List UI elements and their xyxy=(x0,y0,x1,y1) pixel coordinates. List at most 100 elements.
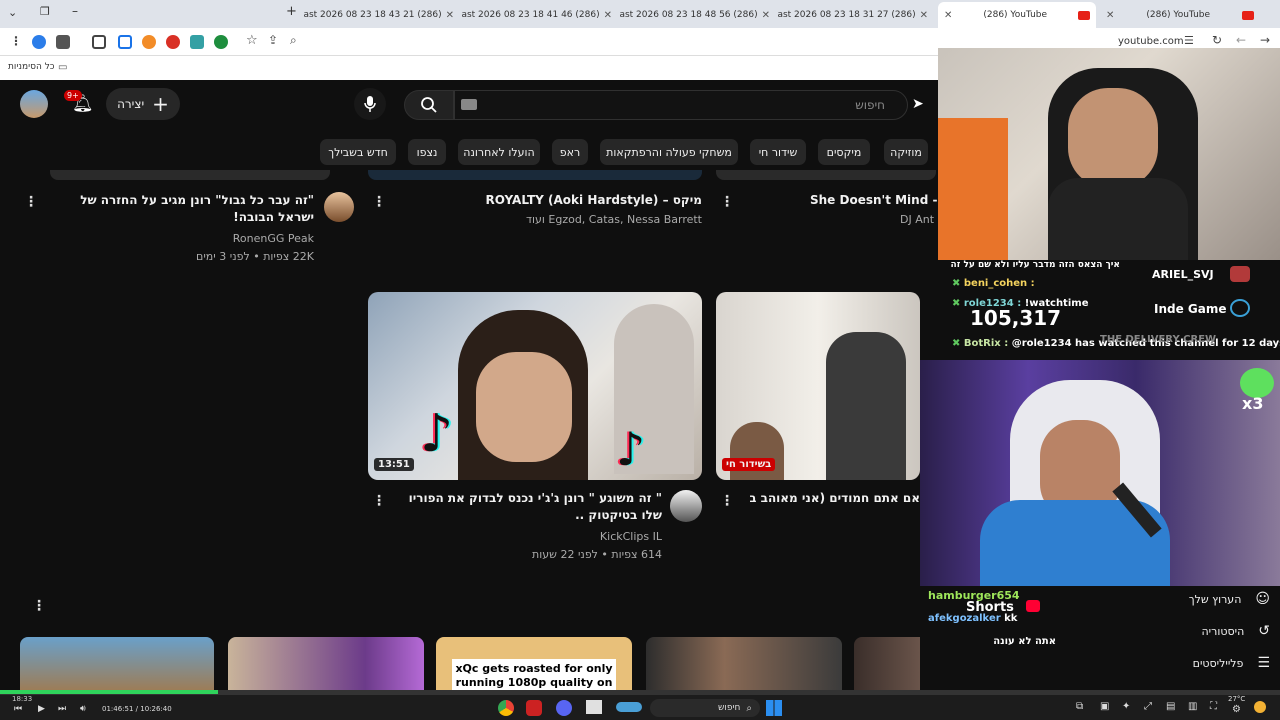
site-settings-icon[interactable]: ☰ xyxy=(1184,34,1194,47)
avatar[interactable] xyxy=(20,90,48,118)
tab-2[interactable]: ✕ (286) last 2026 08 23 18 41 46 xyxy=(462,4,618,26)
zoom-icon[interactable]: ⌕ xyxy=(290,33,297,48)
chip-mixes[interactable]: מיקסים xyxy=(818,139,870,165)
video-thumbnail[interactable] xyxy=(646,637,842,694)
chip-action-games[interactable]: משחקי פעולה והרפתקאות xyxy=(600,139,738,165)
channel-name[interactable]: KickClips IL xyxy=(500,530,662,543)
tray-icon[interactable]: ▤ xyxy=(1166,701,1175,712)
grammar-icon[interactable] xyxy=(214,35,228,49)
sidebar-item-playlists[interactable]: פלייליסטים ☰ xyxy=(1120,652,1270,674)
screenshot-icon[interactable] xyxy=(118,35,132,49)
bookmark-star-icon[interactable]: ☆ xyxy=(246,33,258,48)
all-bookmarks-link[interactable]: כל הסימניות xyxy=(8,62,55,72)
more-options-icon[interactable]: ⋮ xyxy=(720,194,734,210)
voice-search-button[interactable] xyxy=(354,88,386,120)
close-icon[interactable]: ✕ xyxy=(1106,10,1114,21)
windows-start-icon[interactable] xyxy=(766,700,782,716)
video-title[interactable]: She Doesn't Mind - xyxy=(810,192,938,209)
app-icon[interactable] xyxy=(526,700,542,716)
tray-icon[interactable]: ▥ xyxy=(1188,701,1197,712)
close-icon[interactable]: ✕ xyxy=(762,10,770,21)
video-title[interactable]: " זה משוגע " רונן ג'ג'י נכנס לבדוק את הפ… xyxy=(400,490,662,524)
sidebar-item-your-channel[interactable]: הערוץ שלך ☺ xyxy=(1120,588,1270,610)
extensions-puzzle-icon[interactable] xyxy=(92,35,106,49)
video-thumbnail-partial[interactable] xyxy=(368,170,702,180)
taskbar-search[interactable]: חיפוש ⌕ xyxy=(650,699,760,717)
video-thumbnail[interactable]: בשידור חי xyxy=(716,292,920,480)
notifications-button[interactable]: 🔔︎ 9+ xyxy=(64,90,94,118)
keyboard-icon[interactable] xyxy=(461,99,477,110)
video-thumbnail[interactable]: xQc gets roasted for only running 1080p … xyxy=(436,637,632,694)
video-thumbnail[interactable]: ♪ ♪ 13:51 xyxy=(368,292,702,480)
chip-new-for-you[interactable]: חדש בשבילך xyxy=(320,139,396,165)
chip-live[interactable]: שידור חי xyxy=(750,139,806,165)
share-icon[interactable]: ⇪ xyxy=(268,33,278,47)
chip-watched[interactable]: נצפו xyxy=(408,139,446,165)
more-options-icon[interactable]: ⋮ xyxy=(372,493,386,509)
video-thumbnail[interactable] xyxy=(228,637,424,694)
channel-name[interactable]: RonenGG Peak xyxy=(150,232,314,245)
more-options-icon[interactable]: ⋮ xyxy=(32,598,46,614)
forward-icon[interactable]: ← xyxy=(1236,33,1246,47)
more-options-icon[interactable]: ⋮ xyxy=(720,493,734,509)
channel-name[interactable]: Egzod, Catas, Nessa Barrett ועוד xyxy=(440,213,702,226)
video-title[interactable]: "זה עבר כל גבול" רונן מגיב על החזרה של י… xyxy=(50,192,314,226)
chip-music[interactable]: מוזיקה xyxy=(884,139,928,165)
tab-5-active[interactable]: ✕ (286) YouTube xyxy=(938,2,1096,28)
chip-recently-uploaded[interactable]: הועלו לאחרונה xyxy=(458,139,540,165)
video-title[interactable]: מיקס – ROYALTY (Aoki Hardstyle) xyxy=(440,192,702,209)
tab-6[interactable]: ✕ (286) YouTube xyxy=(1100,4,1260,26)
minimize-icon[interactable]: – xyxy=(72,4,78,18)
channel-name[interactable]: DJ Ant xyxy=(900,213,934,226)
extension-red-icon[interactable] xyxy=(166,35,180,49)
tab-4[interactable]: ✕ (286) last 2026 08 23 18 31 27 xyxy=(778,4,934,26)
skip-forward-icon[interactable]: ⏭ xyxy=(58,704,66,714)
menu-dots-icon[interactable]: ⋮ xyxy=(10,34,22,48)
create-label: יצירה xyxy=(117,97,145,111)
webcam-shirt xyxy=(1048,178,1188,260)
extension-orange-icon[interactable] xyxy=(142,35,156,49)
file-explorer-icon[interactable] xyxy=(586,700,602,714)
discord-icon[interactable] xyxy=(556,700,572,716)
more-options-icon[interactable]: ⋮ xyxy=(372,194,386,210)
back-icon[interactable]: → xyxy=(1260,33,1270,47)
settings-icon[interactable]: ⚙ xyxy=(1232,704,1241,715)
tray-icon[interactable]: ⧉ xyxy=(1076,701,1083,712)
url-field[interactable]: youtube.com xyxy=(1118,36,1184,47)
extension-icon[interactable] xyxy=(56,35,70,49)
close-icon[interactable]: ✕ xyxy=(920,10,928,21)
translate-icon[interactable] xyxy=(190,35,204,49)
profile-icon[interactable] xyxy=(32,35,46,49)
more-options-icon[interactable]: ⋮ xyxy=(24,194,38,210)
video-thumbnail-partial[interactable] xyxy=(50,170,330,180)
tab-3[interactable]: ✕ (286) last 2026 08 23 18 48 56 xyxy=(620,4,776,26)
close-icon[interactable]: ✕ xyxy=(446,10,454,21)
chip-rap[interactable]: ראפ xyxy=(552,139,588,165)
video-title[interactable]: אם אתם חמודים (אני מאוהב בבן xyxy=(750,490,920,507)
skip-back-icon[interactable]: ⏮ xyxy=(14,704,22,714)
volume-icon[interactable]: 🔊︎ xyxy=(80,704,86,714)
tab-search-icon[interactable]: ⌄ xyxy=(8,6,17,19)
sidebar-item-history[interactable]: היסטוריה ↺ xyxy=(1120,620,1270,642)
restore-icon[interactable]: ❐ xyxy=(40,5,50,18)
video-thumbnail-partial[interactable] xyxy=(716,170,936,180)
search-button[interactable] xyxy=(404,90,454,120)
play-icon[interactable]: ▶ xyxy=(38,704,45,714)
channel-avatar[interactable] xyxy=(324,192,354,222)
close-icon[interactable]: ✕ xyxy=(604,10,612,21)
chrome-icon[interactable] xyxy=(498,700,514,716)
close-icon[interactable]: ✕ xyxy=(944,10,952,21)
fullscreen-icon[interactable]: ⛶ xyxy=(1210,701,1217,712)
tray-icon[interactable]: ▣ xyxy=(1100,701,1109,712)
search-input[interactable]: חיפוש xyxy=(454,90,908,120)
new-tab-button[interactable]: + xyxy=(286,4,297,19)
tray-icon[interactable]: ✦ xyxy=(1122,701,1130,712)
channel-avatar[interactable] xyxy=(670,490,702,522)
app-icon[interactable] xyxy=(616,702,642,712)
video-thumbnail[interactable] xyxy=(20,637,214,694)
tab-1[interactable]: ✕ (286) last 2026 08 23 18 43 21 xyxy=(304,4,460,26)
tray-icon[interactable]: ⤢ xyxy=(1144,701,1152,712)
create-button[interactable]: יצירה + xyxy=(106,88,180,120)
reload-icon[interactable]: ↻ xyxy=(1212,33,1222,47)
chat-username: beni_cohen xyxy=(963,278,1028,289)
